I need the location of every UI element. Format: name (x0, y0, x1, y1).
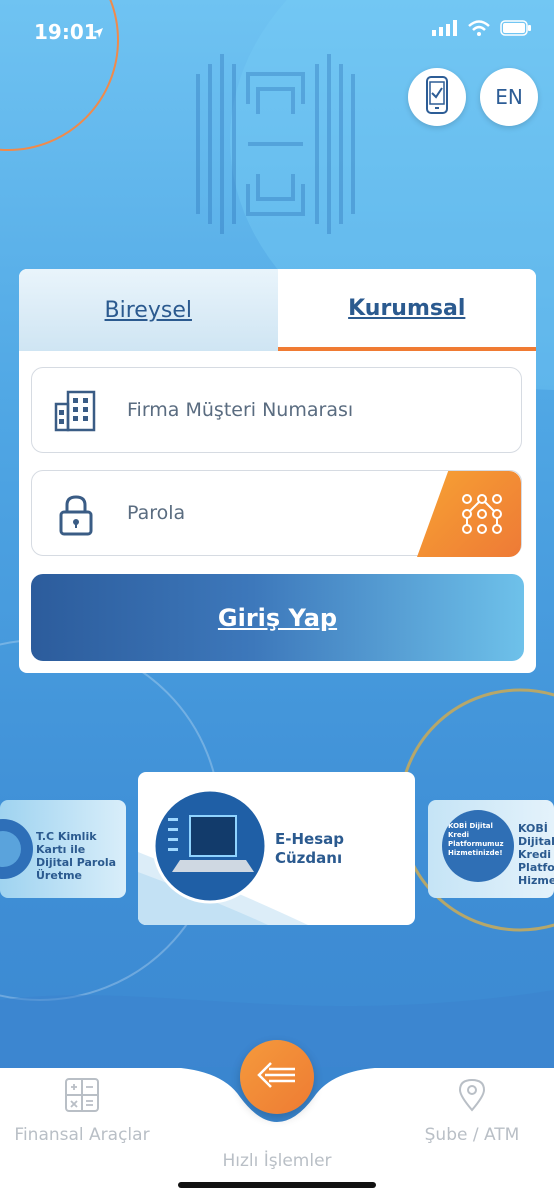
promo-right-image-text: KOBİ Dijital Kredi Platformumuz Hizmetin… (448, 822, 504, 857)
customer-number-placeholder: Firma Müşteri Numarası (127, 399, 354, 421)
nav-branch-atm-label: Şube / ATM (424, 1125, 520, 1145)
location-pin-icon (458, 1078, 486, 1117)
login-tabs: Bireysel Kurumsal (19, 269, 536, 351)
nav-financial-tools-label: Finansal Araçlar (14, 1125, 150, 1145)
promo-center-title: E-Hesap Cüzdanı (275, 830, 344, 867)
location-arrow-icon (92, 24, 104, 43)
promo-card-digital-password[interactable]: T.C Kimlik Kartı ile Dijital Parola Üret… (0, 800, 126, 898)
password-field[interactable]: Parola (31, 470, 522, 557)
login-screen: 19:01 EN Bireysel Kurumsal Firma Müşteri… (0, 0, 554, 1200)
battery-icon (500, 20, 532, 40)
phone-check-icon (424, 76, 450, 118)
signal-icon (432, 20, 458, 40)
lock-icon (54, 493, 98, 541)
pattern-login-button[interactable] (417, 471, 521, 557)
laptop-promo-image (152, 788, 268, 904)
status-time: 19:01 (34, 20, 98, 44)
nav-quick-actions-label: Hızlı İşlemler (222, 1151, 332, 1171)
customer-number-field[interactable]: Firma Müşteri Numarası (31, 367, 522, 453)
nav-quick-actions[interactable]: Hızlı İşlemler (187, 1143, 367, 1171)
promo-card-sme-credit[interactable]: KOBİ Dijital Kredi Platformumuz Hizmetin… (428, 800, 554, 898)
tab-bireysel[interactable]: Bireysel (19, 269, 278, 351)
wifi-icon (468, 20, 490, 40)
nav-financial-tools[interactable]: Finansal Araçlar (0, 1078, 172, 1145)
quick-actions-icon (257, 1061, 297, 1093)
status-bar: 19:01 (0, 0, 554, 64)
promo-card-e-wallet[interactable]: E-Hesap Cüzdanı (138, 772, 415, 925)
password-placeholder: Parola (127, 502, 186, 524)
promo-left-title: T.C Kimlik Kartı ile Dijital Parola Üret… (36, 830, 117, 882)
device-verify-button[interactable] (408, 68, 466, 126)
calculator-icon (65, 1078, 99, 1117)
brand-watermark-icon (196, 54, 355, 234)
language-button[interactable]: EN (480, 68, 538, 126)
building-icon (54, 390, 98, 436)
login-button[interactable]: Giriş Yap (31, 574, 524, 661)
home-indicator (178, 1182, 376, 1188)
quick-actions-button[interactable] (240, 1040, 314, 1114)
promo-right-title: KOBİ Dijital Kredi Platformu Hizmeti (518, 822, 554, 887)
sme-credit-promo-image: KOBİ Dijital Kredi Platformumuz Hizmetin… (442, 810, 514, 882)
tab-kurumsal[interactable]: Kurumsal (277, 269, 536, 351)
login-card: Bireysel Kurumsal Firma Müşteri Numarası… (19, 269, 536, 673)
id-card-promo-image (0, 819, 33, 879)
nav-branch-atm[interactable]: Şube / ATM (382, 1078, 554, 1145)
